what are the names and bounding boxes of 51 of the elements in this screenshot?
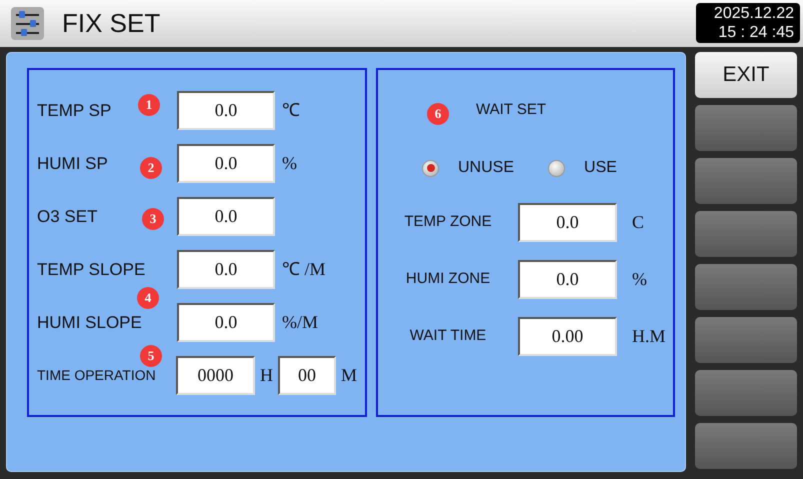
field-label: HUMI SP <box>37 154 108 173</box>
field-label: WAIT TIME <box>408 326 488 346</box>
section-title: WAIT SET <box>476 100 546 120</box>
input-field[interactable]: 0.0 <box>177 91 275 130</box>
step-marker: 1 <box>138 94 160 116</box>
radio-label: UNUSE <box>458 158 514 178</box>
unit-label: H.M <box>632 325 666 348</box>
field-label: O3 SET <box>37 206 98 226</box>
unit-label: ℃ <box>282 99 300 122</box>
unit-label: M <box>341 364 358 387</box>
radio-button[interactable] <box>548 160 566 176</box>
unit-label: H <box>260 364 273 387</box>
field-label: TEMP SP <box>37 100 112 120</box>
input-field[interactable]: 0.0 <box>518 260 617 299</box>
page-title: FIX SET <box>62 7 160 40</box>
input-field[interactable]: 0000 <box>176 356 255 395</box>
step-marker: 5 <box>140 345 162 367</box>
field-label: HUMI ZONE <box>404 269 492 290</box>
field-label: TEMP SLOPE <box>37 260 146 279</box>
input-field[interactable]: 0.0 <box>177 144 275 183</box>
input-field[interactable]: 0.0 <box>177 250 275 289</box>
field-label: HUMI SLOPE <box>37 312 142 332</box>
input-field[interactable]: 0.0 <box>177 197 275 236</box>
field-label: TEMP ZONE <box>403 212 493 232</box>
unit-label: C <box>632 211 644 234</box>
step-marker: 4 <box>137 287 159 309</box>
unit-label: % <box>282 152 297 175</box>
blank-button[interactable] <box>695 264 797 310</box>
input-field[interactable]: 0.0 <box>518 203 617 242</box>
unit-label: % <box>632 268 647 291</box>
unit-label: %/M <box>282 311 318 334</box>
blank-button[interactable] <box>695 423 797 469</box>
blank-button[interactable] <box>695 211 797 257</box>
step-marker: 2 <box>140 157 162 179</box>
blank-button[interactable] <box>695 370 797 416</box>
radio-label: USE <box>584 158 617 178</box>
sliders-icon[interactable] <box>11 7 44 40</box>
time-text: 15 : 24 :45 <box>717 23 794 42</box>
input-field[interactable]: 0.00 <box>518 317 617 356</box>
input-field[interactable]: 00 <box>278 356 336 395</box>
step-marker: 3 <box>142 208 164 230</box>
field-label: TIME OPERATION <box>37 367 156 383</box>
blank-button[interactable] <box>695 158 797 204</box>
date-text: 2025.12.22 <box>712 4 794 23</box>
blank-button[interactable] <box>695 105 797 151</box>
blank-button[interactable] <box>695 317 797 363</box>
radio-button[interactable] <box>422 160 439 176</box>
unit-label: ℃ /M <box>282 258 326 281</box>
step-marker: 6 <box>427 103 449 125</box>
input-field[interactable]: 0.0 <box>177 303 275 342</box>
exit-button[interactable]: EXIT <box>695 52 797 98</box>
